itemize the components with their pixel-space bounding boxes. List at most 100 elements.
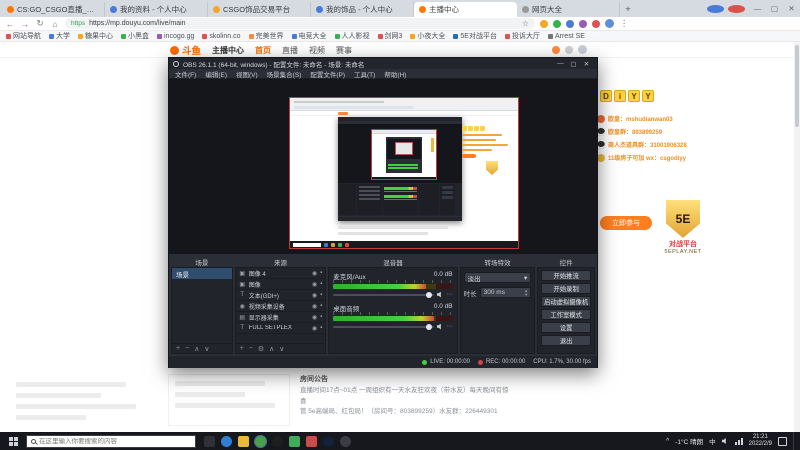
browser-extension-icon[interactable] <box>728 4 745 13</box>
url-input[interactable]: https https://mp.douyu.com/live/main ☆ <box>65 18 535 29</box>
bookmark-item[interactable]: 电竞大全 <box>291 31 327 41</box>
tab-csgo-live[interactable]: CS:GO_CSGO直播_CS:G… <box>2 2 105 17</box>
weather-widget[interactable]: -1°C 晴朗 <box>675 436 703 446</box>
bookmark-item[interactable]: 糖果中心 <box>78 31 113 41</box>
remove-source-button[interactable]: − <box>249 345 253 352</box>
obs-minimize-button[interactable]: — <box>554 60 567 68</box>
tray-expand-icon[interactable]: ^ <box>666 438 669 445</box>
volume-slider[interactable] <box>333 323 434 330</box>
extension-icon[interactable] <box>592 19 600 28</box>
taskbar-search[interactable] <box>26 434 196 448</box>
steam-icon[interactable] <box>323 435 334 447</box>
bookmark-item[interactable]: skolinn.co <box>202 33 241 40</box>
source-row[interactable]: ▣ 图像 4 ◉ ▪ <box>235 268 326 279</box>
netease-music-icon[interactable] <box>306 435 317 447</box>
studio-mode-button[interactable]: 工作室模式 <box>541 309 591 320</box>
wechat-icon[interactable] <box>289 435 300 447</box>
edge-browser-icon[interactable] <box>221 435 232 447</box>
home-icon[interactable]: ⌂ <box>50 19 60 29</box>
refresh-icon[interactable]: ↻ <box>35 18 45 29</box>
slider-handle[interactable] <box>425 291 432 298</box>
spinner-arrows[interactable]: ▴ ▾ <box>525 288 527 297</box>
browser-profile-avatar[interactable] <box>605 19 614 28</box>
obs-title-bar[interactable]: OBS 26.1.1 (64-bit, windows) - 配置文件: 未命名… <box>169 58 597 69</box>
bookmark-item[interactable]: incogo.gg <box>157 33 194 40</box>
bookmark-item[interactable]: 小黑盒 <box>121 31 149 41</box>
scene-down-button[interactable]: ∨ <box>204 345 209 353</box>
browser-menu-icon[interactable]: ⋮ <box>619 18 629 29</box>
chrome-browser-icon[interactable] <box>254 434 267 448</box>
message-icon[interactable] <box>565 45 573 54</box>
scene-up-button[interactable]: ∧ <box>194 345 199 353</box>
scrollbar-thumb[interactable] <box>795 45 799 127</box>
scene-item[interactable]: 场景 <box>172 268 232 279</box>
visibility-eye-icon[interactable]: ◉ <box>312 325 317 332</box>
start-button[interactable] <box>0 432 26 450</box>
obs-app-icon[interactable] <box>340 435 351 447</box>
notification-icon[interactable] <box>552 45 560 54</box>
network-icon[interactable] <box>734 437 743 445</box>
bookmark-item[interactable]: 大学 <box>49 31 70 41</box>
join-button[interactable]: 立即参与 <box>600 216 652 230</box>
tab-web-directory[interactable]: 网页大全 <box>517 2 620 17</box>
channel-menu-icon[interactable]: ⋯ <box>447 291 453 298</box>
extension-icon[interactable] <box>579 19 587 28</box>
settings-button[interactable]: 设置 <box>541 322 591 333</box>
minimize-button[interactable]: — <box>749 0 766 17</box>
bookmark-item[interactable]: 人人影视 <box>334 31 370 41</box>
tab-my-profile[interactable]: 我的资料 - 个人中心 <box>105 2 208 17</box>
bookmark-item[interactable]: 完美世界 <box>248 31 284 41</box>
speaker-icon[interactable] <box>436 323 441 330</box>
lock-icon[interactable]: ▪ <box>320 314 322 320</box>
remove-scene-button[interactable]: − <box>185 345 189 352</box>
bookmark-item[interactable]: 剑网3 <box>377 31 402 41</box>
user-avatar[interactable] <box>578 45 587 54</box>
source-row[interactable]: ▣ 图像 ◉ ▪ <box>235 279 326 290</box>
forward-icon[interactable]: → <box>20 19 30 29</box>
back-icon[interactable]: ← <box>5 19 15 29</box>
tab-my-items[interactable]: 我的饰品 - 个人中心 <box>311 2 414 17</box>
visibility-eye-icon[interactable]: ◉ <box>312 314 317 321</box>
site-nav-video[interactable]: 视频 <box>309 45 325 56</box>
volume-icon[interactable] <box>721 438 726 444</box>
bookmark-item[interactable]: 5E对战平台 <box>453 31 497 41</box>
search-input[interactable] <box>39 437 191 445</box>
menu-profile[interactable]: 配置文件(P) <box>310 69 345 79</box>
transition-select[interactable]: 淡出 ▾ <box>463 272 532 283</box>
maximize-button[interactable]: ▢ <box>766 0 783 17</box>
virtual-camera-button[interactable]: 启动虚拟摄像机 <box>541 296 591 307</box>
lock-icon[interactable]: ▪ <box>320 270 322 276</box>
menu-view[interactable]: 视图(V) <box>236 69 258 79</box>
source-up-button[interactable]: ∧ <box>269 345 274 353</box>
source-row[interactable]: ▤ 显示器采集 ◉ ▪ <box>235 312 326 323</box>
tab-skin-trade[interactable]: CSGO饰品交易平台 <box>208 2 311 17</box>
bookmark-item[interactable]: 小夜大全 <box>410 31 445 41</box>
task-view-icon[interactable] <box>204 435 215 447</box>
volume-slider[interactable] <box>333 291 434 298</box>
browser-account-icon[interactable] <box>707 4 724 13</box>
visibility-eye-icon[interactable]: ◉ <box>312 270 317 277</box>
tab-streamer-center-active[interactable]: 主播中心 <box>414 2 517 17</box>
bookmark-item[interactable]: 网站导航 <box>6 31 41 41</box>
slider-handle[interactable] <box>425 323 432 330</box>
site-nav-live[interactable]: 直播 <box>282 45 298 56</box>
bookmark-star-icon[interactable]: ☆ <box>522 19 529 28</box>
lock-icon[interactable]: ▪ <box>320 292 322 298</box>
source-down-button[interactable]: ∨ <box>279 345 284 353</box>
lock-icon[interactable]: ▪ <box>320 303 322 309</box>
visibility-eye-icon[interactable]: ◉ <box>312 292 317 299</box>
qq-icon[interactable] <box>272 435 283 447</box>
file-explorer-icon[interactable] <box>238 435 249 447</box>
channel-menu-icon[interactable]: ⋯ <box>447 323 453 330</box>
obs-preview[interactable] <box>169 79 597 254</box>
menu-edit[interactable]: 编辑(E) <box>205 69 227 79</box>
site-nav-match[interactable]: 赛事 <box>336 45 352 56</box>
source-properties-gear-icon[interactable]: ⚙ <box>258 345 264 353</box>
extension-icon[interactable] <box>566 19 574 28</box>
new-tab-button[interactable]: + <box>620 2 636 17</box>
lock-icon[interactable]: ▪ <box>320 325 322 331</box>
bookmark-item[interactable]: Arrest SE <box>547 33 585 40</box>
douyu-logo[interactable]: 斗鱼 <box>170 43 201 57</box>
start-recording-button[interactable]: 开始录制 <box>541 283 591 294</box>
obs-maximize-button[interactable]: ▢ <box>567 60 580 68</box>
